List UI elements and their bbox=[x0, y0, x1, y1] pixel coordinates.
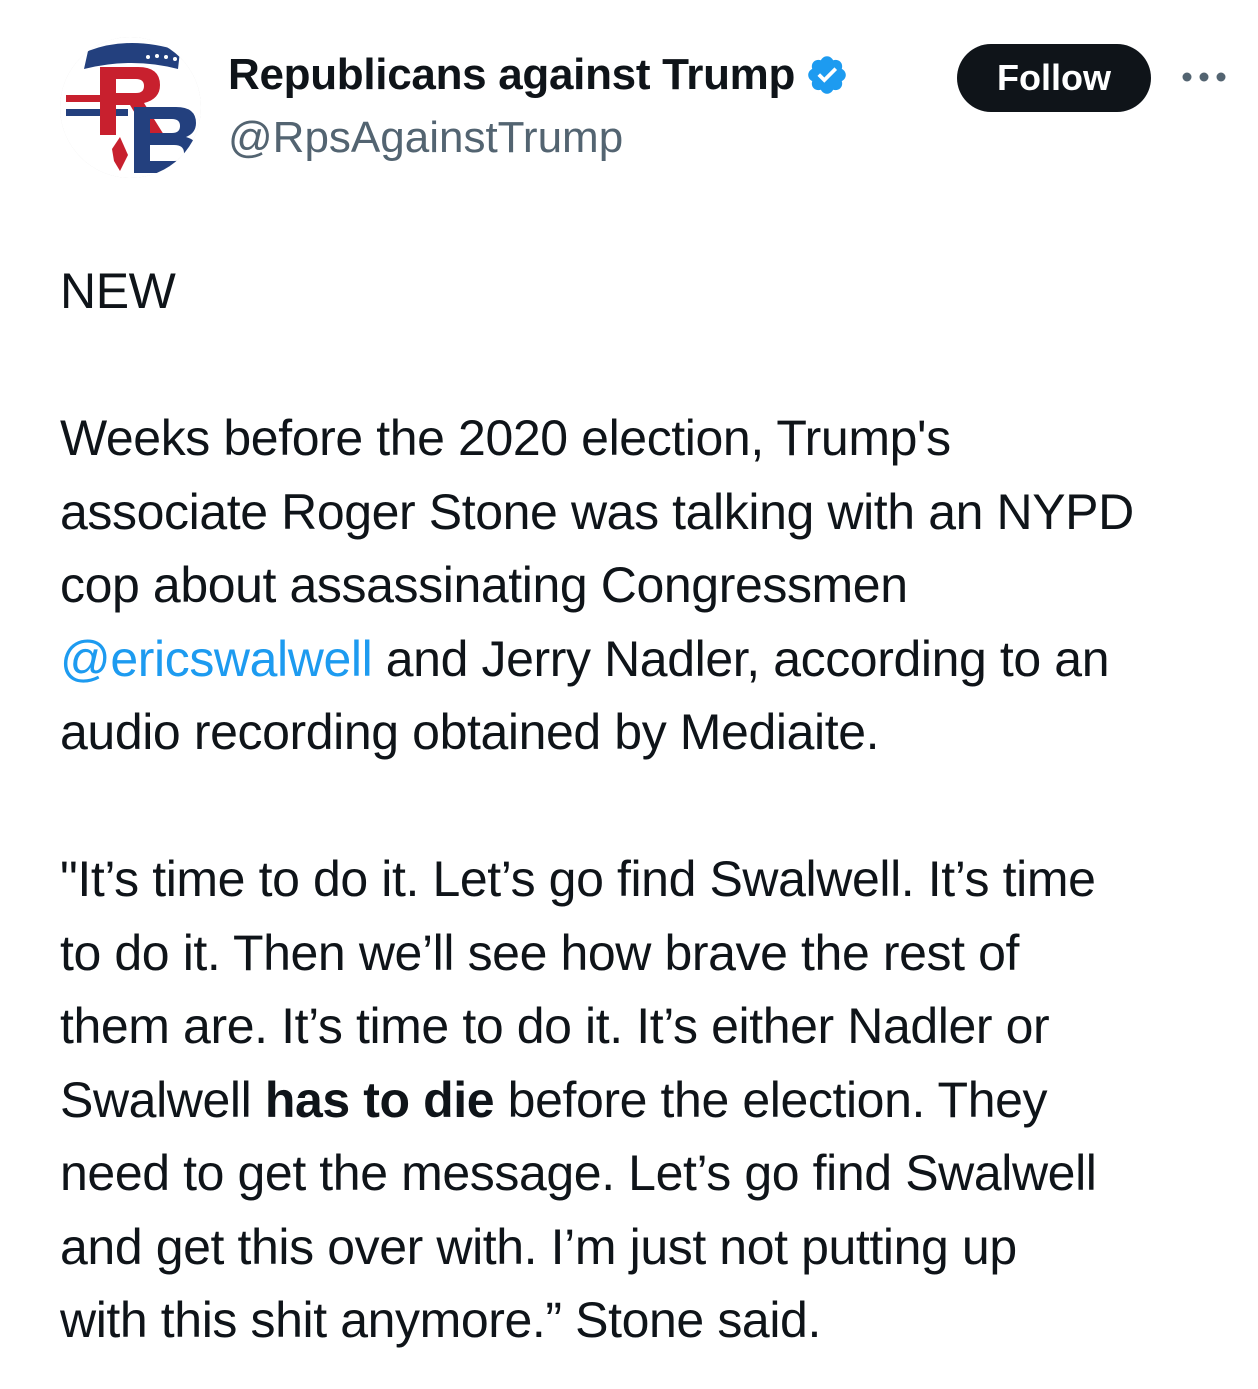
text-line: audio recording obtained by Mediaite. bbox=[60, 704, 880, 760]
more-options-button[interactable] bbox=[1178, 62, 1230, 92]
text-line: to do it. Then we’ll see how brave the r… bbox=[60, 924, 1019, 981]
author-name-row: Republicans against Trump bbox=[228, 50, 849, 100]
verified-badge-icon bbox=[808, 56, 846, 94]
mention-link[interactable]: @ericswalwell bbox=[60, 631, 373, 687]
more-dots-icon bbox=[1182, 72, 1226, 82]
rat-logo-icon bbox=[60, 37, 201, 178]
text-line: them are. It’s time to do it. It’s eithe… bbox=[60, 998, 1050, 1054]
tweet-card: Republicans against Trump @RpsAgainstTru… bbox=[0, 0, 1258, 1389]
text-span: Swalwell bbox=[60, 1071, 265, 1128]
follow-button[interactable]: Follow bbox=[957, 44, 1151, 112]
author-handle[interactable]: @RpsAgainstTrump bbox=[228, 113, 623, 163]
tweet-heading: NEW bbox=[60, 263, 176, 319]
text-line: with this shit anymore.” Stone said. bbox=[60, 1292, 821, 1348]
tweet-paragraph-1: Weeks before the 2020 election, Trump's … bbox=[60, 402, 1240, 770]
text-line: and get this over with. I’m just not put… bbox=[60, 1218, 1017, 1275]
text-line: "It’s time to do it. Let’s go find Swalw… bbox=[60, 851, 1096, 907]
text-line: @ericswalwell and Jerry Nadler, accordin… bbox=[60, 623, 1240, 697]
text-span: before the election. They bbox=[494, 1071, 1048, 1128]
text-line: associate Roger Stone was talking with a… bbox=[60, 483, 1134, 540]
tweet-text: NEW Weeks before the 2020 election, Trum… bbox=[60, 255, 1240, 1358]
text-line: Weeks before the 2020 election, Trump's bbox=[60, 410, 951, 466]
author-name[interactable]: Republicans against Trump bbox=[228, 50, 795, 100]
text-line: need to get the message. Let’s go find S… bbox=[60, 1145, 1097, 1201]
text-line: Swalwell has to die before the election.… bbox=[60, 1064, 1240, 1138]
tweet-paragraph-2: "It’s time to do it. Let’s go find Swalw… bbox=[60, 843, 1240, 1358]
bold-text: has to die bbox=[264, 1071, 495, 1128]
text-line: cop about assassinating Congressmen bbox=[60, 557, 908, 613]
text-span: and Jerry Nadler, according to an bbox=[372, 630, 1110, 687]
avatar[interactable] bbox=[60, 37, 201, 178]
